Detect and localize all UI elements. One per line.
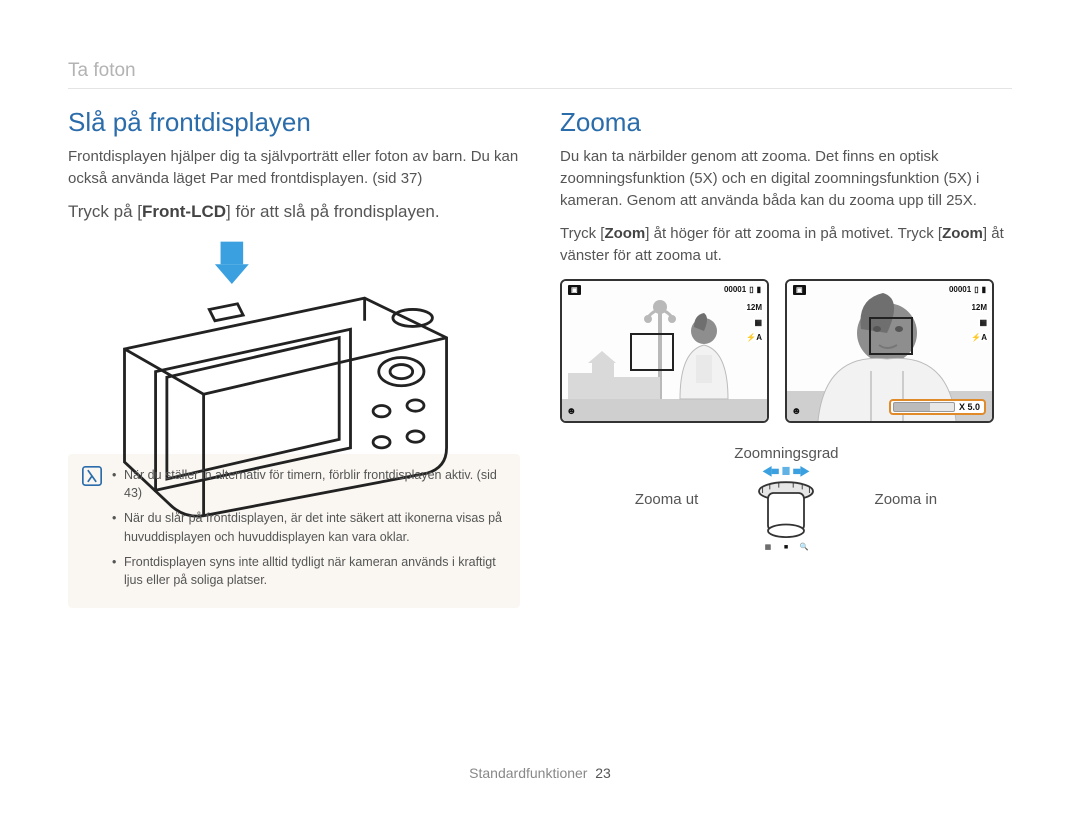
divider bbox=[68, 88, 1012, 89]
zoom-bar bbox=[893, 402, 955, 412]
note-icon bbox=[82, 466, 102, 486]
face-icon: ☻ bbox=[566, 406, 577, 417]
camera-illustration bbox=[68, 236, 520, 436]
zoom-out-label: Zooma ut bbox=[635, 491, 698, 508]
note-item: Frontdisplayen syns inte alltid tydligt … bbox=[112, 553, 506, 591]
svg-text:■: ■ bbox=[784, 542, 788, 551]
focus-box bbox=[869, 317, 913, 355]
battery-icon: ▮ bbox=[757, 285, 761, 294]
zoom-labels: Zooma ut Zoomningsgrad bbox=[560, 445, 1012, 556]
battery-icon: ▮ bbox=[982, 285, 986, 294]
r-instr-pre: Tryck [ bbox=[560, 225, 604, 242]
left-intro: Frontdisplayen hjälper dig ta självportr… bbox=[68, 146, 520, 190]
arrow-down-icon bbox=[215, 241, 249, 283]
screen-wide: ▣ 00001 ▯ ▮ 12M ▦ ⚡A ☻ bbox=[560, 279, 769, 423]
screen-zoomed: ▣ 00001 ▯ ▮ 12M ▦ ⚡A ☻ bbox=[785, 279, 994, 423]
zoom-in-label: Zooma in bbox=[875, 491, 938, 508]
r-instr-b1: Zoom bbox=[604, 225, 645, 242]
right-intro: Du kan ta närbilder genom att zooma. Det… bbox=[560, 146, 1012, 211]
instr-post: ] för att slå på frondisplayen. bbox=[226, 202, 440, 221]
manual-page: Ta foton Slå på frontdisplayen Frontdisp… bbox=[0, 0, 1080, 815]
two-column-layout: Slå på frontdisplayen Frontdisplayen hjä… bbox=[68, 107, 1012, 608]
osd-right-col: 12M ▦ ⚡A bbox=[970, 303, 988, 342]
osd-top: ▣ 00001 ▯ ▮ bbox=[568, 285, 761, 295]
sd-icon: ▯ bbox=[749, 285, 753, 294]
page-footer: Standardfunktioner 23 bbox=[0, 765, 1080, 781]
osd-right-col: 12M ▦ ⚡A bbox=[745, 303, 763, 342]
instr-pre: Tryck på [ bbox=[68, 202, 142, 221]
zoom-dial-icon: ▦ ■ 🔍 bbox=[741, 466, 831, 556]
osd-res: 12M bbox=[970, 303, 988, 312]
zoom-value: X 5.0 bbox=[957, 402, 982, 412]
right-heading: Zooma bbox=[560, 107, 1012, 138]
focus-box bbox=[630, 333, 674, 371]
svg-text:🔍: 🔍 bbox=[800, 542, 809, 551]
zoom-center: Zoomningsgrad bbox=[734, 445, 838, 556]
zoomningsgrad-label: Zoomningsgrad bbox=[734, 445, 838, 462]
osd-quality-icon: ▦ bbox=[978, 318, 988, 327]
osd-flash: ⚡A bbox=[970, 333, 988, 342]
osd-flash: ⚡A bbox=[745, 333, 763, 342]
zoom-indicator: X 5.0 bbox=[889, 399, 986, 415]
note-list: När du ställer in alternativ för timern,… bbox=[112, 466, 506, 597]
footer-page: 23 bbox=[595, 765, 611, 781]
note-item: När du ställer in alternativ för timern,… bbox=[112, 466, 506, 504]
left-heading: Slå på frontdisplayen bbox=[68, 107, 520, 138]
left-instruction: Tryck på [Front-LCD] för att slå på fron… bbox=[68, 202, 520, 222]
sd-icon: ▯ bbox=[974, 285, 978, 294]
osd-res: 12M bbox=[745, 303, 763, 312]
instr-bold: Front-LCD bbox=[142, 202, 226, 221]
chapter-title: Ta foton bbox=[68, 60, 1012, 82]
r-instr-b2: Zoom bbox=[942, 225, 983, 242]
osd-counter: 00001 bbox=[949, 285, 971, 294]
right-instruction: Tryck [Zoom] åt höger för att zooma in p… bbox=[560, 223, 1012, 267]
camera-mode-icon: ▣ bbox=[568, 285, 581, 295]
note-item: När du slår på frontdisplayen, är det in… bbox=[112, 509, 506, 547]
right-column: Zooma Du kan ta närbilder genom att zoom… bbox=[560, 107, 1012, 608]
osd-counter: 00001 bbox=[724, 285, 746, 294]
r-instr-mid: ] åt höger för att zooma in på motivet. … bbox=[645, 225, 942, 242]
note-box: När du ställer in alternativ för timern,… bbox=[68, 454, 520, 609]
osd-top: ▣ 00001 ▯ ▮ bbox=[793, 285, 986, 295]
svg-text:▦: ▦ bbox=[765, 542, 772, 551]
left-column: Slå på frontdisplayen Frontdisplayen hjä… bbox=[68, 107, 520, 608]
footer-section: Standardfunktioner bbox=[469, 765, 587, 781]
preview-screens: ▣ 00001 ▯ ▮ 12M ▦ ⚡A ☻ bbox=[560, 279, 1012, 423]
face-icon: ☻ bbox=[791, 406, 802, 417]
camera-mode-icon: ▣ bbox=[793, 285, 806, 295]
osd-quality-icon: ▦ bbox=[753, 318, 763, 327]
